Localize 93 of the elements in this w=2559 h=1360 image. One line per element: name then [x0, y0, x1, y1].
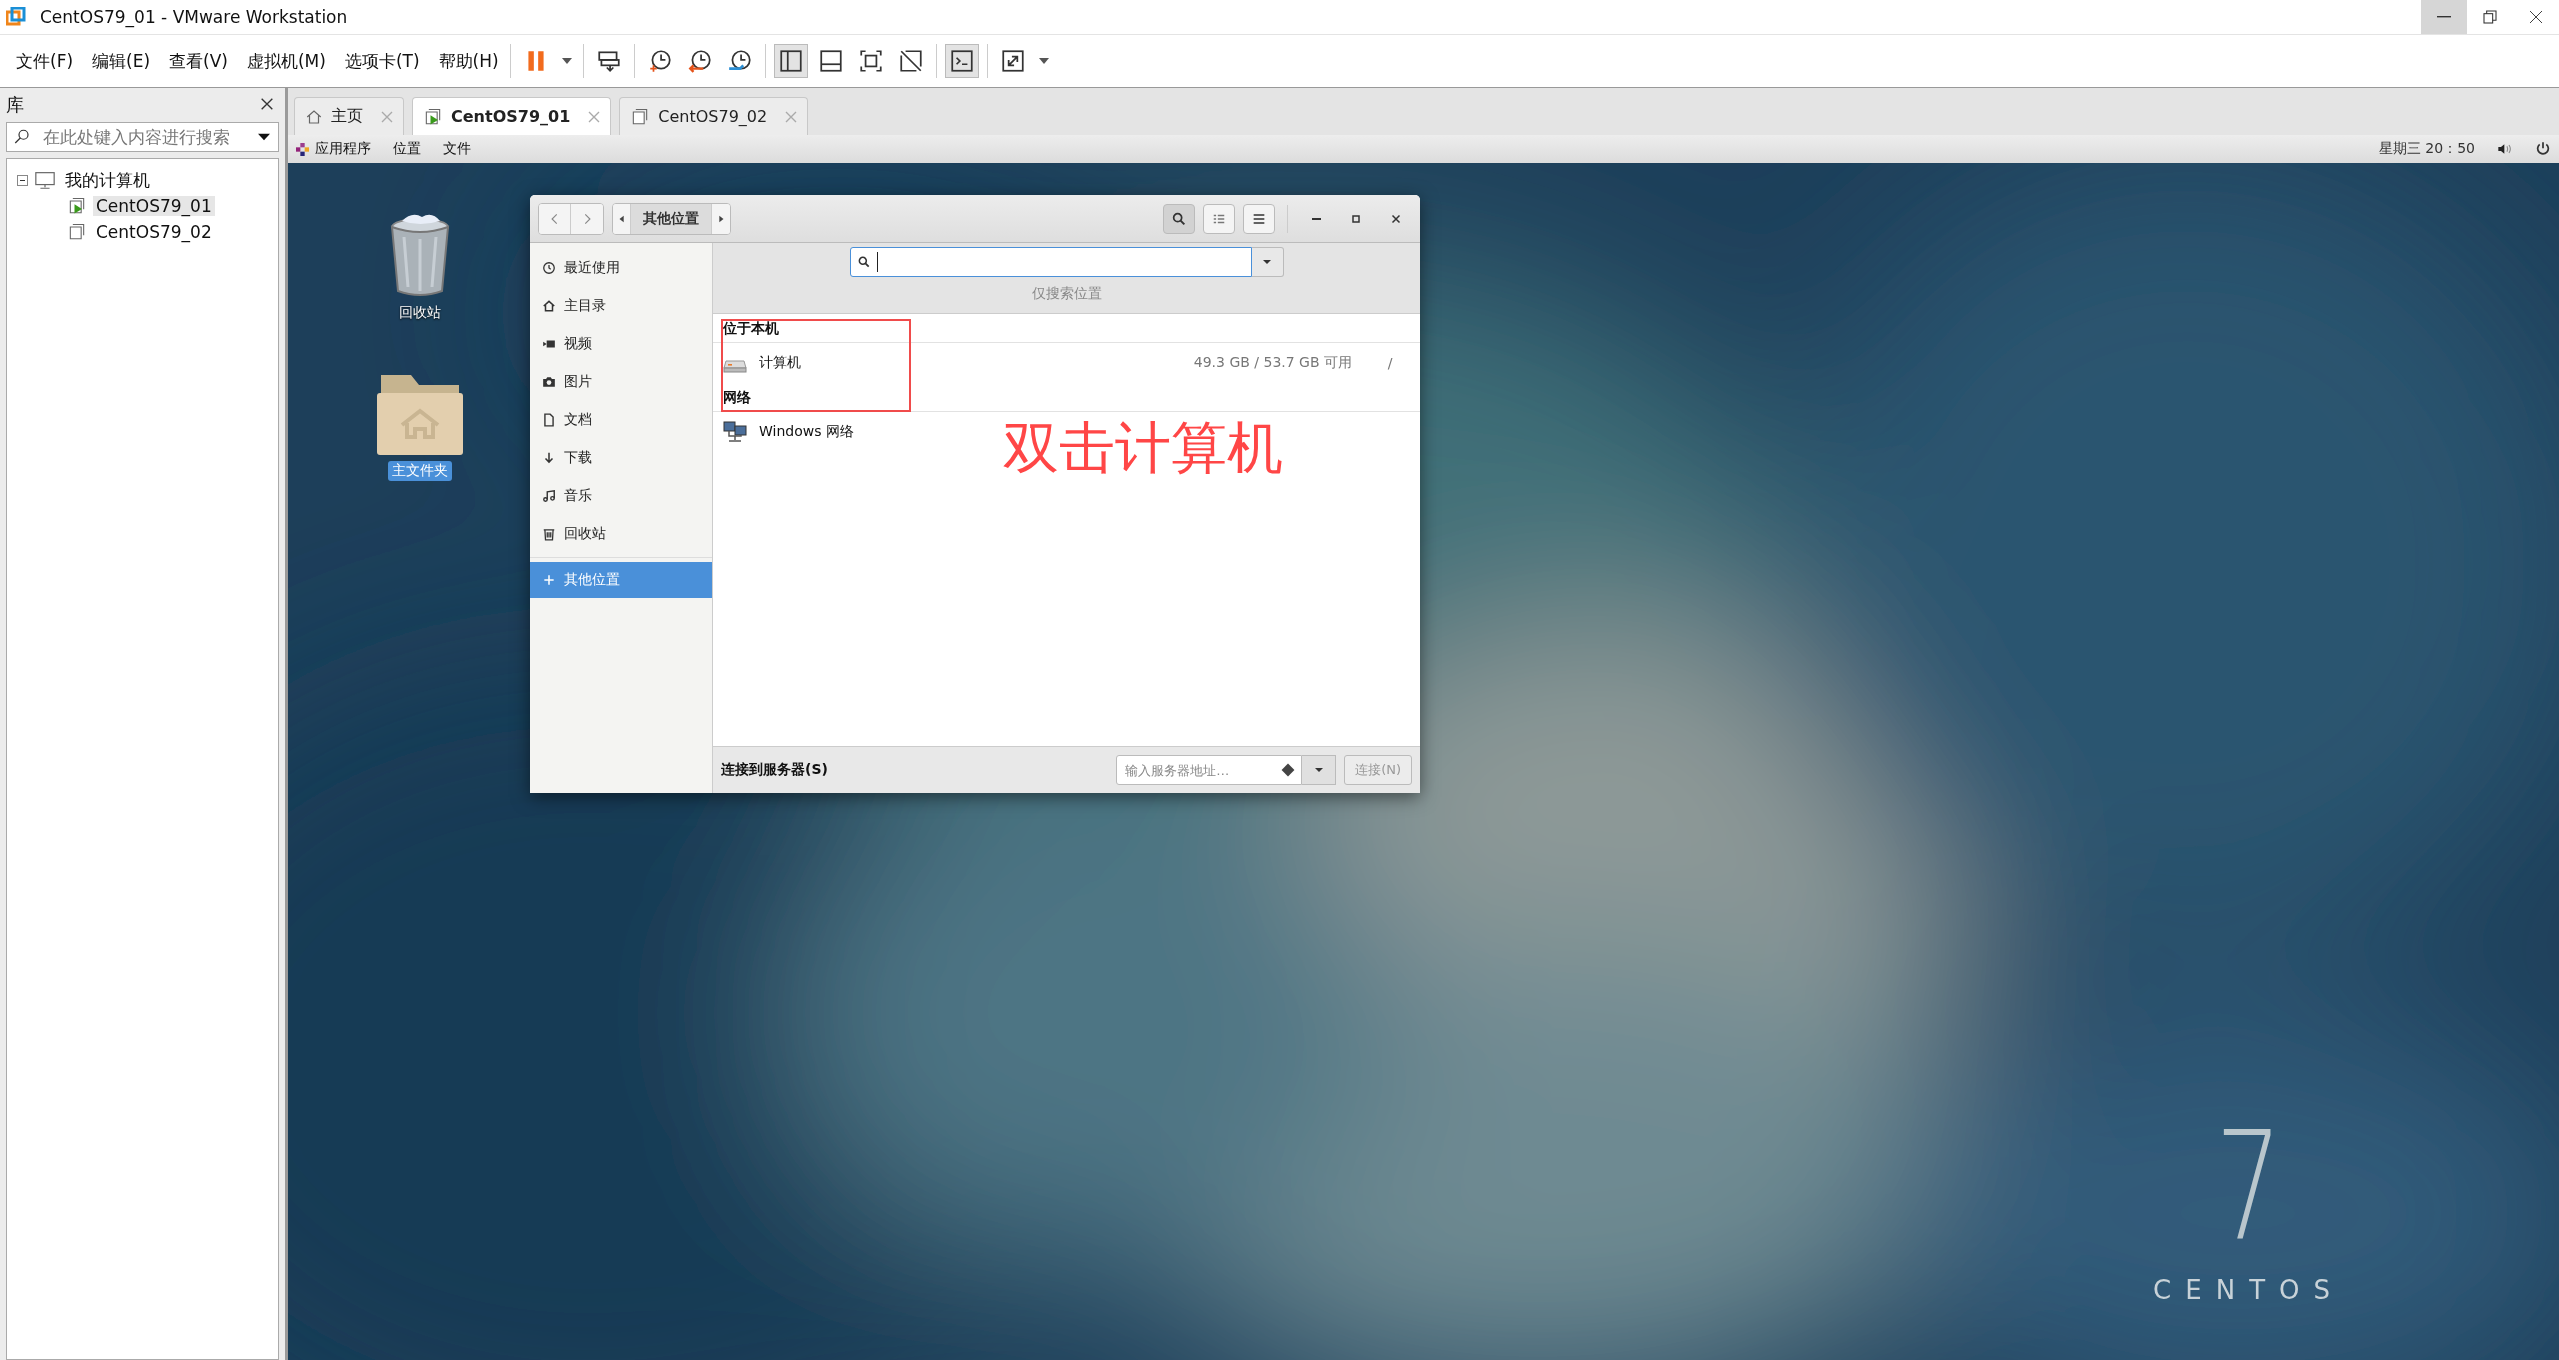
vm-icon: [67, 222, 87, 242]
menu-item[interactable]: 编辑(E): [84, 45, 159, 77]
caret-right-icon: [716, 213, 726, 224]
search-field[interactable]: 在此处键入内容进行搜索: [6, 122, 279, 152]
collapse-toggle[interactable]: [17, 174, 28, 186]
sidebar-item[interactable]: 图片: [530, 363, 712, 401]
location-name[interactable]: Windows 网络: [759, 423, 854, 439]
network-icon: [723, 420, 747, 444]
section-header: 位于本机: [713, 314, 1420, 343]
running-vm-icon: [67, 196, 87, 216]
tab-close-icon[interactable]: [588, 110, 601, 123]
sidebar-item[interactable]: 最近使用: [530, 249, 712, 287]
panel-layout-icon: [817, 48, 844, 74]
menu-button[interactable]: [1243, 203, 1275, 234]
sidebar-layout-icon: [777, 48, 804, 74]
caret-icon: [1038, 58, 1049, 64]
sidebar-item[interactable]: 主目录: [530, 287, 712, 325]
search-icon: [13, 128, 31, 146]
sidebar-item[interactable]: 视频: [530, 325, 712, 363]
clock-arrow-icon: [686, 48, 713, 74]
tab[interactable]: 主页: [294, 97, 404, 135]
panel-title: 库: [6, 93, 24, 117]
location-name[interactable]: 计算机: [759, 354, 801, 370]
tab[interactable]: CentOS79_02: [619, 97, 809, 135]
fullscreen-icon: [857, 48, 884, 74]
keyboard-icon: [595, 48, 622, 74]
stretch-icon: [999, 48, 1026, 74]
minimize-icon: [1311, 217, 1321, 220]
power-icon: [2535, 141, 2551, 157]
search-icon: [856, 255, 871, 269]
download-icon: [542, 451, 556, 465]
clock-icon: [542, 261, 556, 275]
clock[interactable]: 星期三 20：50: [2378, 140, 2475, 158]
running-vm-icon: [423, 106, 443, 127]
search-button[interactable]: [1163, 203, 1195, 234]
logo-wordmark: CENTOS: [2153, 1275, 2344, 1305]
minimize-icon: [2437, 16, 2451, 18]
help-icon: [1281, 763, 1296, 777]
maximize-icon: [1350, 212, 1362, 225]
search-hint: 仅搜索位置: [1031, 285, 1102, 303]
toolbar-button[interactable]: [773, 44, 808, 78]
dropdown-button[interactable]: [1251, 247, 1284, 277]
mount-point: /: [1386, 355, 1394, 371]
search-field[interactable]: [849, 247, 1252, 277]
sidebar-item[interactable]: 回收站: [530, 515, 712, 553]
search-icon: [1171, 210, 1187, 227]
menu-item[interactable]: 选项卡(T): [336, 45, 428, 77]
tab-close-icon[interactable]: [785, 110, 798, 123]
menu-item[interactable]: 虚拟机(M): [238, 45, 334, 77]
unity-icon: [897, 48, 924, 74]
annotation: 双击计算机: [1003, 414, 1283, 482]
document-icon: [542, 413, 556, 427]
sidebar-item[interactable]: 文档: [530, 401, 712, 439]
topbar-menu[interactable]: 应用程序: [315, 140, 371, 158]
sidebar-item[interactable]: 音乐: [530, 477, 712, 515]
view-button[interactable]: [1203, 203, 1235, 234]
music-icon: [542, 489, 556, 503]
topbar-menu[interactable]: 位置: [393, 140, 421, 158]
camera-icon: [542, 375, 556, 389]
tab[interactable]: CentOS79_01: [412, 97, 612, 135]
toolbar-button[interactable]: [944, 44, 979, 78]
server-address-input[interactable]: 输入服务器地址…: [1123, 761, 1282, 779]
topbar-menu[interactable]: 文件: [443, 140, 471, 158]
menu-item[interactable]: 查看(V): [161, 45, 236, 77]
plus-icon: [542, 573, 556, 587]
tree-item[interactable]: CentOS79_01: [93, 196, 215, 216]
app-logo-icon: [6, 7, 26, 27]
computer-icon: [34, 169, 56, 191]
menu-item[interactable]: 帮助(H): [430, 45, 507, 77]
connect-label: 连接到服务器(S): [721, 761, 829, 779]
section-header: 网络: [713, 383, 1420, 412]
sidebar-item[interactable]: 下载: [530, 439, 712, 477]
caret-icon: [561, 58, 572, 64]
apps-icon: [296, 142, 309, 156]
tree-item[interactable]: 我的计算机: [62, 168, 153, 192]
trash-icon: [542, 527, 556, 541]
menu-item[interactable]: 文件(F): [8, 45, 82, 77]
home-icon: [542, 299, 556, 313]
trash-can-icon: [388, 213, 452, 297]
window-title: CentOS79_01 - VMware Workstation: [40, 7, 349, 27]
close-icon: [1390, 212, 1402, 225]
tree-item[interactable]: CentOS79_02: [93, 222, 215, 242]
disk-usage: 49.3 GB / 53.7 GB 可用: [1193, 354, 1352, 372]
server-address-field[interactable]: 输入服务器地址…: [1116, 755, 1303, 785]
path-left-button[interactable]: [613, 203, 631, 234]
console-icon: [948, 48, 975, 74]
path-button[interactable]: 其他位置: [631, 203, 712, 234]
home-folder-icon: [377, 373, 463, 455]
desktop-icon-label[interactable]: 回收站: [395, 303, 445, 323]
close-icon: [2528, 9, 2544, 25]
restore-icon: [2482, 9, 2498, 25]
tab-close-icon[interactable]: [381, 110, 393, 123]
logo-numeral: 7: [2215, 1111, 2282, 1261]
